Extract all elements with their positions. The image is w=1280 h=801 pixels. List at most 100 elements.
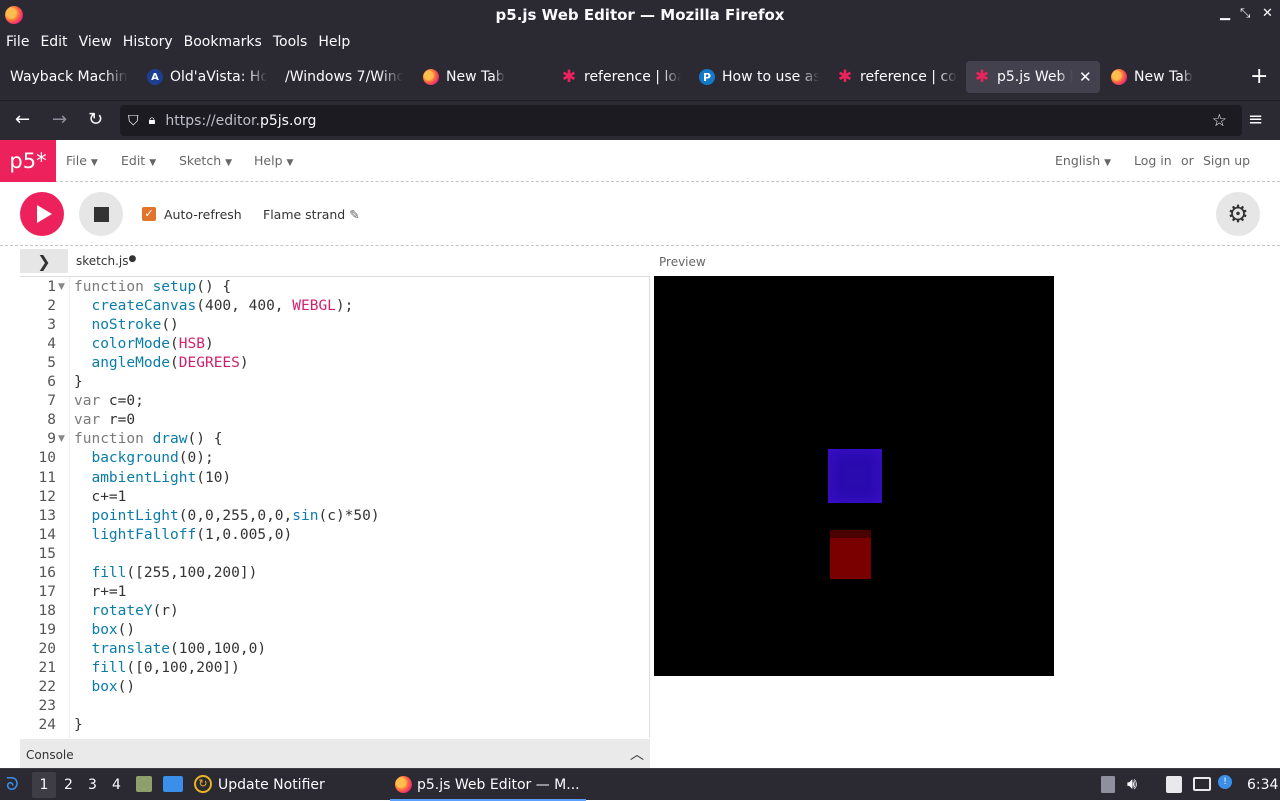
tab-label: reference | loa — [584, 69, 681, 85]
menu-tools[interactable]: Tools — [273, 34, 308, 50]
line-number: 4 — [47, 336, 56, 353]
menu-file[interactable]: File — [6, 34, 29, 50]
tab-how-to-use[interactable]: P How to use as — [699, 61, 819, 93]
menu-history[interactable]: History — [123, 34, 173, 50]
line-number: 15 — [38, 545, 56, 562]
settings-button[interactable]: ⚙ — [1216, 192, 1260, 236]
signup-link[interactable]: Sign up — [1203, 153, 1250, 168]
sidebar-toggle-button[interactable]: ❯ — [20, 249, 68, 273]
clock[interactable]: 6:34 — [1247, 777, 1278, 793]
lock-icon[interactable]: 🔒︎ — [149, 113, 156, 128]
forward-arrow-icon[interactable]: → — [52, 109, 67, 130]
menu-bookmarks[interactable]: Bookmarks — [184, 34, 262, 50]
firefox-taskbar-entry[interactable]: p5.js Web Editor — M... — [390, 769, 586, 801]
hamburger-menu-icon[interactable]: ≡ — [1248, 109, 1263, 130]
pencil-icon[interactable]: ✎ — [349, 207, 359, 222]
new-tab-plus-icon[interactable]: + — [1250, 64, 1268, 89]
menu-help[interactable]: Help — [318, 34, 350, 50]
workspace-3[interactable]: 3 — [88, 777, 97, 793]
close-window-icon[interactable]: ✕ — [1262, 6, 1273, 21]
url-bar[interactable]: ⛉ 🔒︎ https://editor. p5js.org ☆ — [120, 105, 1242, 136]
update-notifier-icon[interactable]: ↻ — [194, 775, 212, 793]
clipboard-icon[interactable] — [1101, 776, 1115, 793]
code-line[interactable]: var r=0 — [74, 412, 135, 428]
menu-view[interactable]: View — [79, 34, 112, 50]
tab-reference-loa[interactable]: ✱ reference | loa — [561, 61, 681, 93]
workspace-1[interactable]: 1 — [32, 772, 56, 798]
info-icon[interactable]: ! — [1218, 775, 1232, 789]
code-line[interactable]: } — [74, 717, 83, 733]
display-icon[interactable] — [1193, 777, 1211, 791]
restore-icon[interactable]: ⤡ — [1240, 6, 1250, 21]
p5-menu-file[interactable]: File ▼ — [66, 153, 98, 168]
p5-menu-sketch-label: Sketch — [179, 153, 222, 168]
update-notifier-task[interactable]: Update Notifier — [218, 777, 325, 793]
preview-canvas[interactable] — [654, 276, 1054, 676]
chevron-up-icon[interactable]: ︿ — [630, 744, 644, 764]
code-line[interactable]: noStroke() — [74, 317, 178, 333]
close-tab-icon[interactable]: ✕ — [1079, 68, 1092, 86]
tab-wayback[interactable]: Wayback Machine — [10, 61, 128, 93]
code-editor[interactable]: 1 ▼ 2 3 4 5 6 7 8 9 ▼ 10 11 12 13 14 15 16 17 18 19 20 21 22 23 2… — [20, 276, 650, 738]
code-line[interactable]: fill([255,100,200]) — [74, 565, 257, 581]
play-button[interactable] — [20, 192, 64, 236]
line-number: 17 — [38, 583, 56, 600]
code-line[interactable]: background(0); — [74, 450, 213, 466]
fold-arrow-icon[interactable]: ▼ — [58, 282, 65, 292]
code-line[interactable]: } — [74, 374, 83, 390]
workspace-2[interactable]: 2 — [64, 777, 73, 793]
file-manager-icon[interactable] — [136, 776, 152, 792]
code-line[interactable]: translate(100,100,0) — [74, 641, 266, 657]
line-number: 11 — [38, 469, 56, 486]
notes-icon[interactable] — [1166, 776, 1182, 793]
p5-logo[interactable]: p5* — [0, 140, 56, 182]
p5-menu-sketch[interactable]: Sketch ▼ — [179, 153, 232, 168]
auto-refresh-checkbox[interactable]: ✓ — [142, 207, 156, 221]
code-line[interactable]: box() — [74, 622, 135, 638]
code-line[interactable]: createCanvas(400, 400, WEBGL); — [74, 298, 353, 314]
code-line[interactable]: fill([0,100,200]) — [74, 660, 239, 676]
minimize-icon[interactable]: ▁ — [1220, 6, 1230, 21]
tab-windows7[interactable]: /Windows 7/Wind — [285, 61, 403, 93]
code-line[interactable]: box() — [74, 679, 135, 695]
volume-icon[interactable]: 🔊︎ — [1127, 774, 1137, 794]
code-line[interactable]: r+=1 — [74, 584, 126, 600]
tab-newtab-2[interactable]: New Tab — [1111, 61, 1231, 93]
code-line[interactable]: pointLight(0,0,255,0,0,sin(c)*50) — [74, 508, 379, 524]
tab-label: New Tab — [446, 69, 505, 85]
firefox-icon — [423, 69, 439, 85]
p5-menu-edit[interactable]: Edit ▼ — [121, 153, 156, 168]
console-panel[interactable]: Console ︿ — [20, 739, 650, 769]
language-select[interactable]: English ▼ — [1055, 153, 1111, 168]
start-menu-icon[interactable]: ᘐ — [6, 774, 19, 795]
tab-newtab-1[interactable]: New Tab — [423, 61, 543, 93]
code-line[interactable]: angleMode(DEGREES) — [74, 355, 248, 371]
tab-oldavista[interactable]: A Old'aVista: Ho — [147, 61, 267, 93]
file-tab[interactable]: sketch.js● — [76, 254, 136, 268]
code-line[interactable]: ambientLight(10) — [74, 470, 231, 486]
code-line[interactable]: c+=1 — [74, 489, 126, 505]
code-line[interactable]: function setup() { — [74, 279, 231, 295]
login-link[interactable]: Log in — [1134, 153, 1172, 168]
stop-button[interactable] — [79, 192, 123, 236]
code-line[interactable]: function draw() { — [74, 431, 222, 447]
bookmark-star-icon[interactable]: ☆ — [1212, 111, 1227, 131]
code-line[interactable]: var c=0; — [74, 393, 144, 409]
code-line[interactable]: rotateY(r) — [74, 603, 178, 619]
shield-icon[interactable]: ⛉ — [128, 113, 139, 129]
tab-p5-editor[interactable]: ✱ p5.js Web Ed ✕ — [966, 61, 1100, 93]
firefox-task-label: p5.js Web Editor — M... — [417, 777, 580, 793]
or-text: or — [1181, 153, 1194, 168]
navigation-bar: ← → ↻ ⛉ 🔒︎ https://editor. p5js.org ☆ ≡ — [0, 100, 1280, 140]
back-arrow-icon[interactable]: ← — [15, 109, 30, 130]
tab-reference-co[interactable]: ✱ reference | co — [837, 61, 957, 93]
p5-menu-help[interactable]: Help ▼ — [254, 153, 293, 168]
code-line[interactable]: lightFalloff(1,0.005,0) — [74, 527, 292, 543]
menu-edit[interactable]: Edit — [40, 34, 67, 50]
workspace-4[interactable]: 4 — [112, 777, 121, 793]
terminal-icon[interactable] — [163, 776, 183, 792]
sketch-name[interactable]: Flame strand ✎ — [263, 207, 360, 222]
reload-icon[interactable]: ↻ — [88, 109, 103, 130]
fold-arrow-icon[interactable]: ▼ — [58, 434, 65, 444]
code-line[interactable]: colorMode(HSB) — [74, 336, 213, 352]
